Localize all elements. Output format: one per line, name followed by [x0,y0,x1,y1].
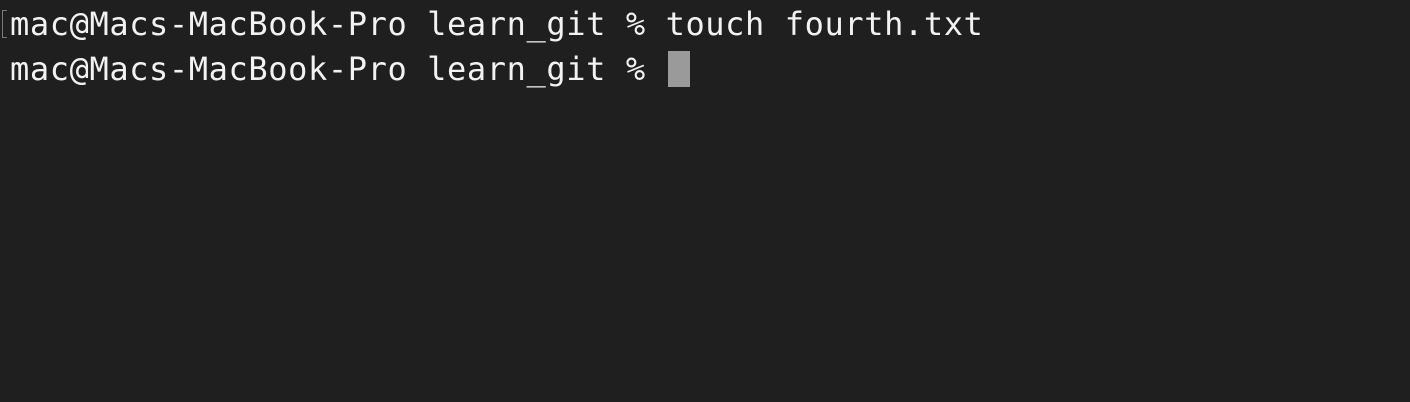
shell-prompt: mac@Macs-MacBook-Pro learn_git % [10,5,666,43]
text-cursor [667,51,690,87]
typed-command: touch fourth.txt [665,5,984,43]
terminal-input-line[interactable]: mac@Macs-MacBook-Pro learn_git % [10,46,690,92]
line-mark-icon [2,10,7,38]
terminal-window[interactable]: mac@Macs-MacBook-Pro learn_git % touch f… [0,0,1410,402]
terminal-line: mac@Macs-MacBook-Pro learn_git % touch f… [10,1,983,47]
shell-prompt: mac@Macs-MacBook-Pro learn_git % [10,50,666,88]
